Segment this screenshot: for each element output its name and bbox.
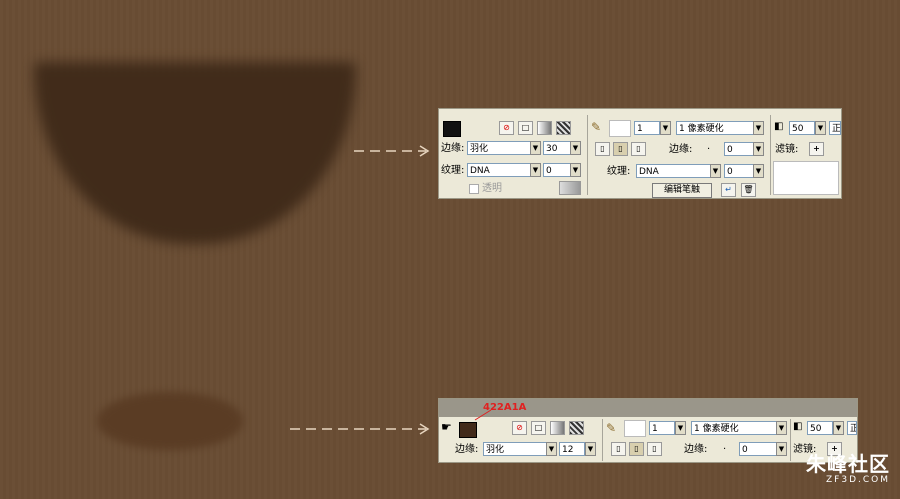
chevron-down-icon[interactable]: ▼	[585, 442, 596, 456]
chevron-down-icon[interactable]: ▼	[753, 121, 764, 135]
chevron-down-icon[interactable]: ▼	[776, 421, 787, 435]
stroke-color-swatch[interactable]	[609, 120, 631, 137]
stroke-type-select[interactable]: 1 像素硬化	[676, 121, 756, 135]
chevron-down-icon[interactable]: ▼	[675, 421, 686, 435]
blurred-oval-shadow	[97, 392, 243, 450]
edge-label: 边缘:	[684, 444, 708, 455]
texture-label: 纹理:	[441, 165, 465, 176]
pointer-line-icon	[474, 409, 492, 421]
blurred-bowl-shape	[34, 62, 356, 244]
stroke-edge-field[interactable]: 0	[724, 142, 754, 156]
stroke-center-icon[interactable]: ▯	[629, 442, 644, 456]
opacity-icon: ◧	[774, 121, 784, 132]
edge-value-field[interactable]: 30	[543, 141, 571, 155]
pencil-icon: ✎	[591, 120, 602, 134]
stroke-color-swatch[interactable]	[624, 420, 646, 437]
divider	[587, 115, 588, 195]
canvas: ⊘ □ 边缘: 羽化 ▼ 30 ▼ 纹理: DNA ▼ 0 ▼ 透明 ✎ 1 ▼…	[0, 0, 900, 499]
edit-stroke-button[interactable]: 编辑笔触	[652, 183, 712, 198]
opacity-field[interactable]: 50	[807, 421, 833, 435]
blend-mode-select[interactable]: 正	[847, 421, 857, 435]
dashed-arrow-icon	[290, 422, 434, 436]
transparent-label: 透明	[482, 183, 502, 194]
edge-dot: ·	[723, 444, 727, 455]
fill-color-swatch[interactable]	[459, 422, 477, 438]
gradient-fill-icon[interactable]	[537, 121, 552, 135]
no-fill-icon[interactable]: ⊘	[499, 121, 514, 135]
transparent-checkbox[interactable]	[469, 184, 479, 194]
watermark: 朱峰社区 ZF3D.COM	[806, 453, 890, 485]
hand-icon: ☛	[441, 420, 452, 434]
fill-properties-panel-bottom: 422A1A ☛ ⊘ □ 边缘: 羽化 ▼ 12 ▼ ✎ 1 ▼ 1 像素硬化 …	[438, 398, 858, 463]
chevron-down-icon[interactable]: ▼	[530, 163, 541, 177]
stroke-inside-icon[interactable]: ▯	[595, 142, 610, 156]
stroke-size-field[interactable]: 1	[649, 421, 675, 435]
stroke-inside-icon[interactable]: ▯	[611, 442, 626, 456]
chevron-down-icon[interactable]: ▼	[776, 442, 787, 456]
chevron-down-icon[interactable]: ▼	[710, 164, 721, 178]
stroke-edge-field[interactable]: 0	[739, 442, 777, 456]
edge-label: 边缘:	[669, 144, 693, 155]
watermark-brand: 朱峰社区	[806, 452, 890, 476]
blend-mode-select[interactable]: 正	[829, 121, 841, 135]
chevron-down-icon[interactable]: ▼	[833, 421, 844, 435]
dashed-arrow-icon	[354, 144, 434, 158]
chevron-down-icon[interactable]: ▼	[753, 164, 764, 178]
texture-amount-field[interactable]: 0	[543, 163, 571, 177]
chevron-down-icon[interactable]: ▼	[815, 121, 826, 135]
opacity-icon: ◧	[793, 421, 803, 432]
filters-list[interactable]	[773, 161, 839, 195]
edge-label: 边缘:	[455, 444, 479, 455]
new-stroke-icon[interactable]: ↵	[721, 183, 736, 197]
chevron-down-icon[interactable]: ▼	[570, 163, 581, 177]
solid-fill-icon[interactable]: □	[531, 421, 546, 435]
pattern-fill-icon[interactable]	[556, 121, 571, 135]
edge-label: 边缘:	[441, 143, 465, 154]
gradient-fill-icon[interactable]	[550, 421, 565, 435]
pencil-icon: ✎	[606, 421, 617, 435]
chevron-down-icon[interactable]: ▼	[546, 442, 557, 456]
no-fill-icon[interactable]: ⊘	[512, 421, 527, 435]
stroke-outside-icon[interactable]: ▯	[647, 442, 662, 456]
stroke-type-select[interactable]: 1 像素硬化	[691, 421, 779, 435]
texture-preview-icon[interactable]	[559, 181, 581, 195]
solid-fill-icon[interactable]: □	[518, 121, 533, 135]
stroke-outside-icon[interactable]: ▯	[631, 142, 646, 156]
edge-value-field[interactable]: 12	[559, 442, 585, 456]
edge-dot: ·	[707, 144, 711, 155]
texture-label: 纹理:	[607, 166, 631, 177]
opacity-field[interactable]: 50	[789, 121, 815, 135]
filters-label: 滤镜:	[775, 144, 799, 155]
stroke-texture-select[interactable]: DNA	[636, 164, 714, 178]
divider	[790, 419, 791, 461]
chevron-down-icon[interactable]: ▼	[753, 142, 764, 156]
fill-properties-panel: ⊘ □ 边缘: 羽化 ▼ 30 ▼ 纹理: DNA ▼ 0 ▼ 透明 ✎ 1 ▼…	[438, 108, 842, 199]
trash-icon[interactable]: 🗑	[741, 183, 756, 197]
edge-mode-select[interactable]: 羽化	[467, 141, 537, 155]
edge-mode-select[interactable]: 羽化	[483, 442, 555, 456]
fill-color-swatch[interactable]	[443, 121, 461, 137]
chevron-down-icon[interactable]: ▼	[660, 121, 671, 135]
stroke-texture-amount-field[interactable]: 0	[724, 164, 754, 178]
stroke-size-field[interactable]: 1	[634, 121, 660, 135]
divider	[770, 115, 771, 195]
pattern-fill-icon[interactable]	[569, 421, 584, 435]
chevron-down-icon[interactable]: ▼	[570, 141, 581, 155]
divider	[602, 419, 603, 461]
watermark-domain: ZF3D.COM	[826, 475, 890, 485]
add-filter-icon[interactable]: +	[809, 142, 824, 156]
chevron-down-icon[interactable]: ▼	[530, 141, 541, 155]
stroke-center-icon[interactable]: ▯	[613, 142, 628, 156]
